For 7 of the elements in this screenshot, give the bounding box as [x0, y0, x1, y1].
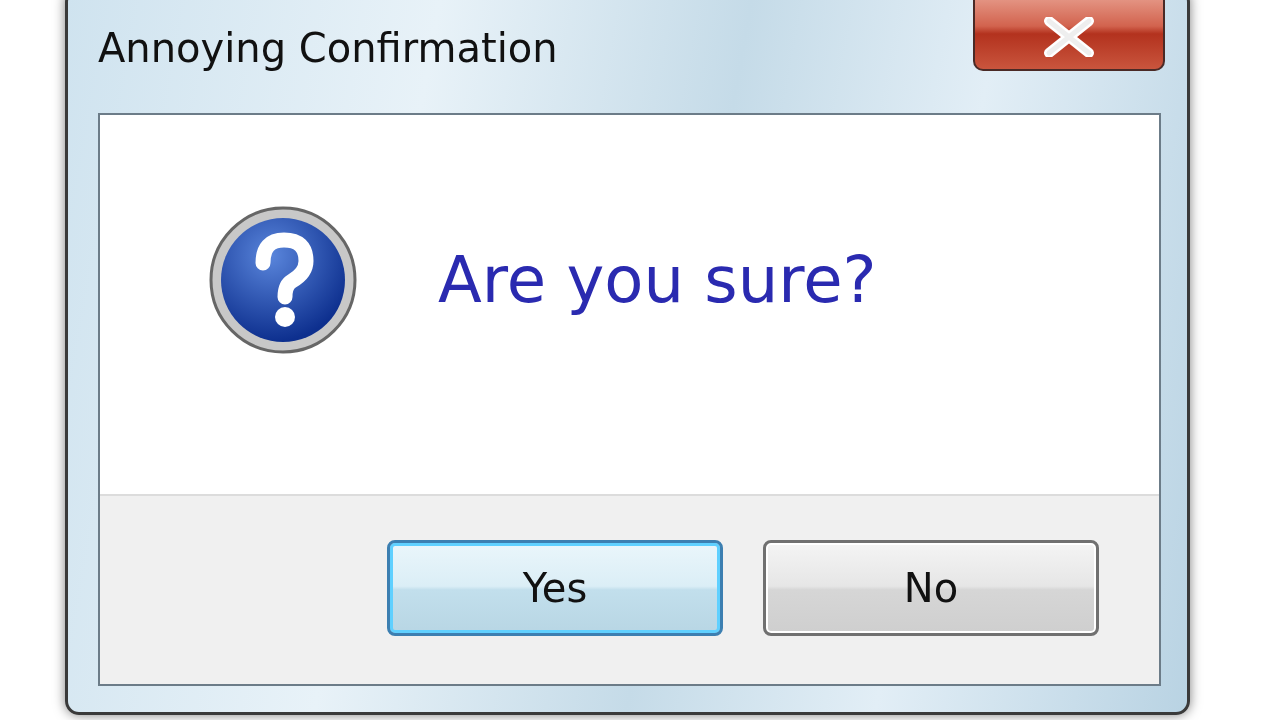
- default-button[interactable]: Yes: [387, 540, 723, 636]
- question-icon: [208, 204, 358, 355]
- dialog-button[interactable]: No: [763, 540, 1099, 636]
- window-title: Annoying Confirmation: [98, 25, 558, 71]
- message-text: Are you sure?: [438, 242, 877, 317]
- close-icon: [1043, 17, 1095, 57]
- close-button[interactable]: [973, 0, 1165, 71]
